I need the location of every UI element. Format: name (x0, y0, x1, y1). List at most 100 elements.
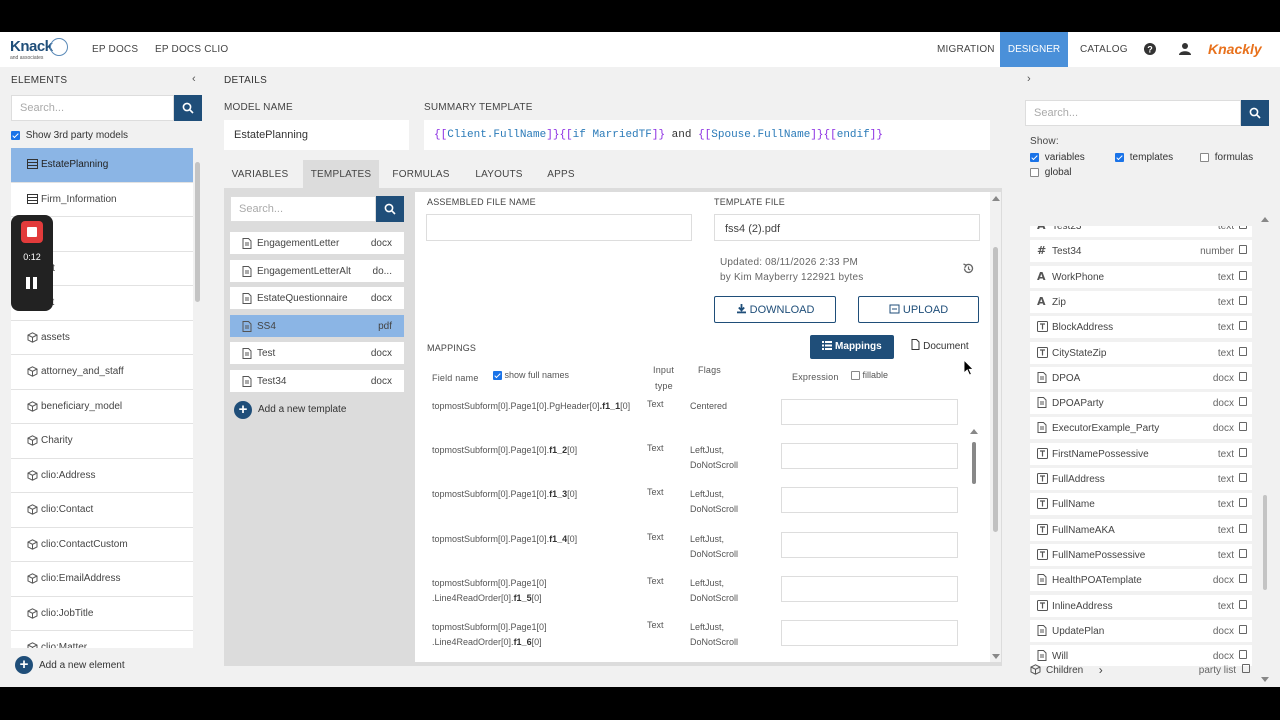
scroll-thumb[interactable] (993, 247, 998, 532)
copy-icon[interactable] (1239, 245, 1247, 255)
checkbox-unchecked[interactable] (1200, 152, 1209, 162)
mappings-toggle-button[interactable]: Mappings (810, 335, 894, 359)
copy-icon[interactable] (1239, 422, 1247, 432)
variable-item[interactable]: A Zip text (1030, 290, 1252, 313)
nav-ep-docs-clio[interactable]: EP DOCS CLIO (155, 44, 228, 55)
copy-icon[interactable] (1239, 371, 1247, 381)
variable-item[interactable]: A WorkPhone text (1030, 265, 1252, 288)
copy-icon[interactable] (1239, 523, 1247, 533)
scroll-thumb[interactable] (1263, 495, 1267, 590)
collapse-left-icon[interactable]: ‹ (192, 73, 196, 85)
checkbox-checked[interactable] (1030, 152, 1039, 162)
expression-input[interactable] (781, 443, 958, 470)
variable-item[interactable]: FullNamePossessive text (1030, 543, 1252, 566)
filter-templates[interactable]: templates (1115, 152, 1173, 163)
element-item[interactable]: assets (11, 321, 193, 355)
expression-input[interactable] (781, 487, 958, 514)
download-button[interactable]: DOWNLOAD (714, 296, 836, 323)
template-detail-scrollbar[interactable] (990, 192, 1001, 662)
fillable-toggle[interactable]: fillable (851, 370, 888, 381)
elements-scrollbar[interactable] (194, 148, 202, 648)
element-item[interactable]: clio:JobTitle (11, 597, 193, 631)
element-item[interactable]: clio:ContactCustom (11, 528, 193, 562)
copy-icon[interactable] (1239, 226, 1247, 229)
template-item[interactable]: EstateQuestionnaire docx (230, 287, 404, 310)
element-item[interactable]: clio:EmailAddress (11, 562, 193, 597)
variable-item[interactable]: FullAddress text (1030, 468, 1252, 490)
expression-input[interactable] (781, 620, 958, 646)
upload-button[interactable]: UPLOAD (858, 296, 979, 323)
scroll-thumb[interactable] (195, 162, 200, 302)
copy-icon[interactable] (1239, 321, 1247, 331)
template-item[interactable]: Test docx (230, 342, 404, 365)
filter-formulas[interactable]: formulas (1200, 152, 1253, 163)
nav-catalog[interactable]: CATALOG (1080, 44, 1128, 55)
element-item[interactable]: clio:Matter (11, 631, 193, 648)
document-toggle-button[interactable]: Document (900, 335, 980, 359)
variable-item[interactable]: A Test23 text (1030, 226, 1252, 237)
assembled-file-name-input[interactable] (426, 214, 692, 241)
model-name-input[interactable]: EstatePlanning (224, 120, 409, 150)
tab-templates[interactable]: TEMPLATES (303, 160, 379, 188)
variables-search-input[interactable]: Search... (1025, 100, 1241, 126)
copy-icon[interactable] (1239, 447, 1247, 457)
checkbox-checked[interactable] (1115, 152, 1124, 162)
copy-icon[interactable] (1239, 270, 1247, 280)
stop-record-button[interactable] (21, 221, 43, 243)
copy-icon[interactable] (1239, 650, 1247, 660)
copy-icon[interactable] (1242, 664, 1250, 673)
pause-icon[interactable] (26, 277, 38, 289)
variable-item[interactable]: UpdatePlan docx (1030, 619, 1252, 642)
help-icon[interactable]: ? (1143, 42, 1157, 56)
element-item[interactable]: clio:Contact (11, 493, 193, 528)
templates-search-input[interactable]: Search... (230, 196, 376, 222)
variable-item[interactable]: FirstNamePossessive text (1030, 442, 1252, 465)
variables-search-button[interactable] (1241, 100, 1269, 126)
nav-migration[interactable]: MIGRATION (937, 44, 995, 55)
elements-search-input[interactable]: Search... (11, 95, 174, 121)
brand-logo[interactable]: Knack and associates (10, 38, 70, 62)
history-icon[interactable] (962, 262, 975, 275)
copy-icon[interactable] (1239, 548, 1247, 558)
checkbox-unchecked[interactable] (1030, 167, 1039, 177)
variable-item[interactable]: DPOAParty docx (1030, 392, 1252, 415)
scroll-down-icon[interactable] (992, 654, 1000, 659)
variable-item[interactable]: CityStateZip text (1030, 341, 1252, 364)
template-item[interactable]: SS4 pdf (230, 314, 404, 337)
variable-item[interactable]: HealthPOATemplate docx (1030, 569, 1252, 592)
expression-input[interactable] (781, 531, 958, 558)
variable-item[interactable]: ExecutorExample_Party docx (1030, 417, 1252, 440)
nav-ep-docs[interactable]: EP DOCS (92, 44, 138, 55)
scroll-thumb[interactable] (972, 442, 976, 484)
elements-search-button[interactable] (174, 95, 202, 121)
checkbox-checked[interactable] (493, 371, 502, 381)
collapse-right-icon[interactable]: › (1027, 73, 1031, 85)
user-icon[interactable] (1178, 42, 1192, 56)
variable-item[interactable]: FullNameAKA text (1030, 518, 1252, 541)
copy-icon[interactable] (1239, 346, 1247, 356)
copy-icon[interactable] (1239, 599, 1247, 609)
template-item[interactable]: Test34 docx (230, 370, 404, 392)
scroll-down-icon[interactable] (1261, 677, 1269, 682)
knackly-logo[interactable]: Knackly (1208, 41, 1262, 57)
scroll-up-icon[interactable] (970, 429, 978, 434)
element-item[interactable]: clio:Address (11, 459, 193, 493)
scroll-up-icon[interactable] (992, 196, 1000, 201)
checkbox-checked[interactable] (11, 130, 20, 140)
element-item[interactable]: EstatePlanning (11, 148, 193, 183)
add-template-icon[interactable]: + (234, 401, 252, 419)
expression-input[interactable] (781, 575, 958, 602)
add-element-label[interactable]: Add a new element (39, 660, 125, 671)
nav-designer[interactable]: DESIGNER (1000, 32, 1068, 67)
show-full-names-toggle[interactable]: show full names (493, 370, 569, 381)
element-item[interactable]: beneficiary_model (11, 390, 193, 424)
element-item[interactable]: Firm_Information (11, 183, 193, 217)
tab-variables[interactable]: VARIABLES (224, 160, 296, 188)
template-file-input[interactable]: fss4 (2).pdf (714, 214, 980, 241)
element-item[interactable]: attorney_and_staff (11, 355, 193, 390)
scroll-up-icon[interactable] (1261, 217, 1269, 222)
add-element-icon[interactable]: + (15, 656, 33, 674)
mappings-scrollbar[interactable] (970, 429, 978, 687)
tab-apps[interactable]: APPS (540, 160, 582, 188)
filter-variables[interactable]: variables (1030, 152, 1085, 163)
